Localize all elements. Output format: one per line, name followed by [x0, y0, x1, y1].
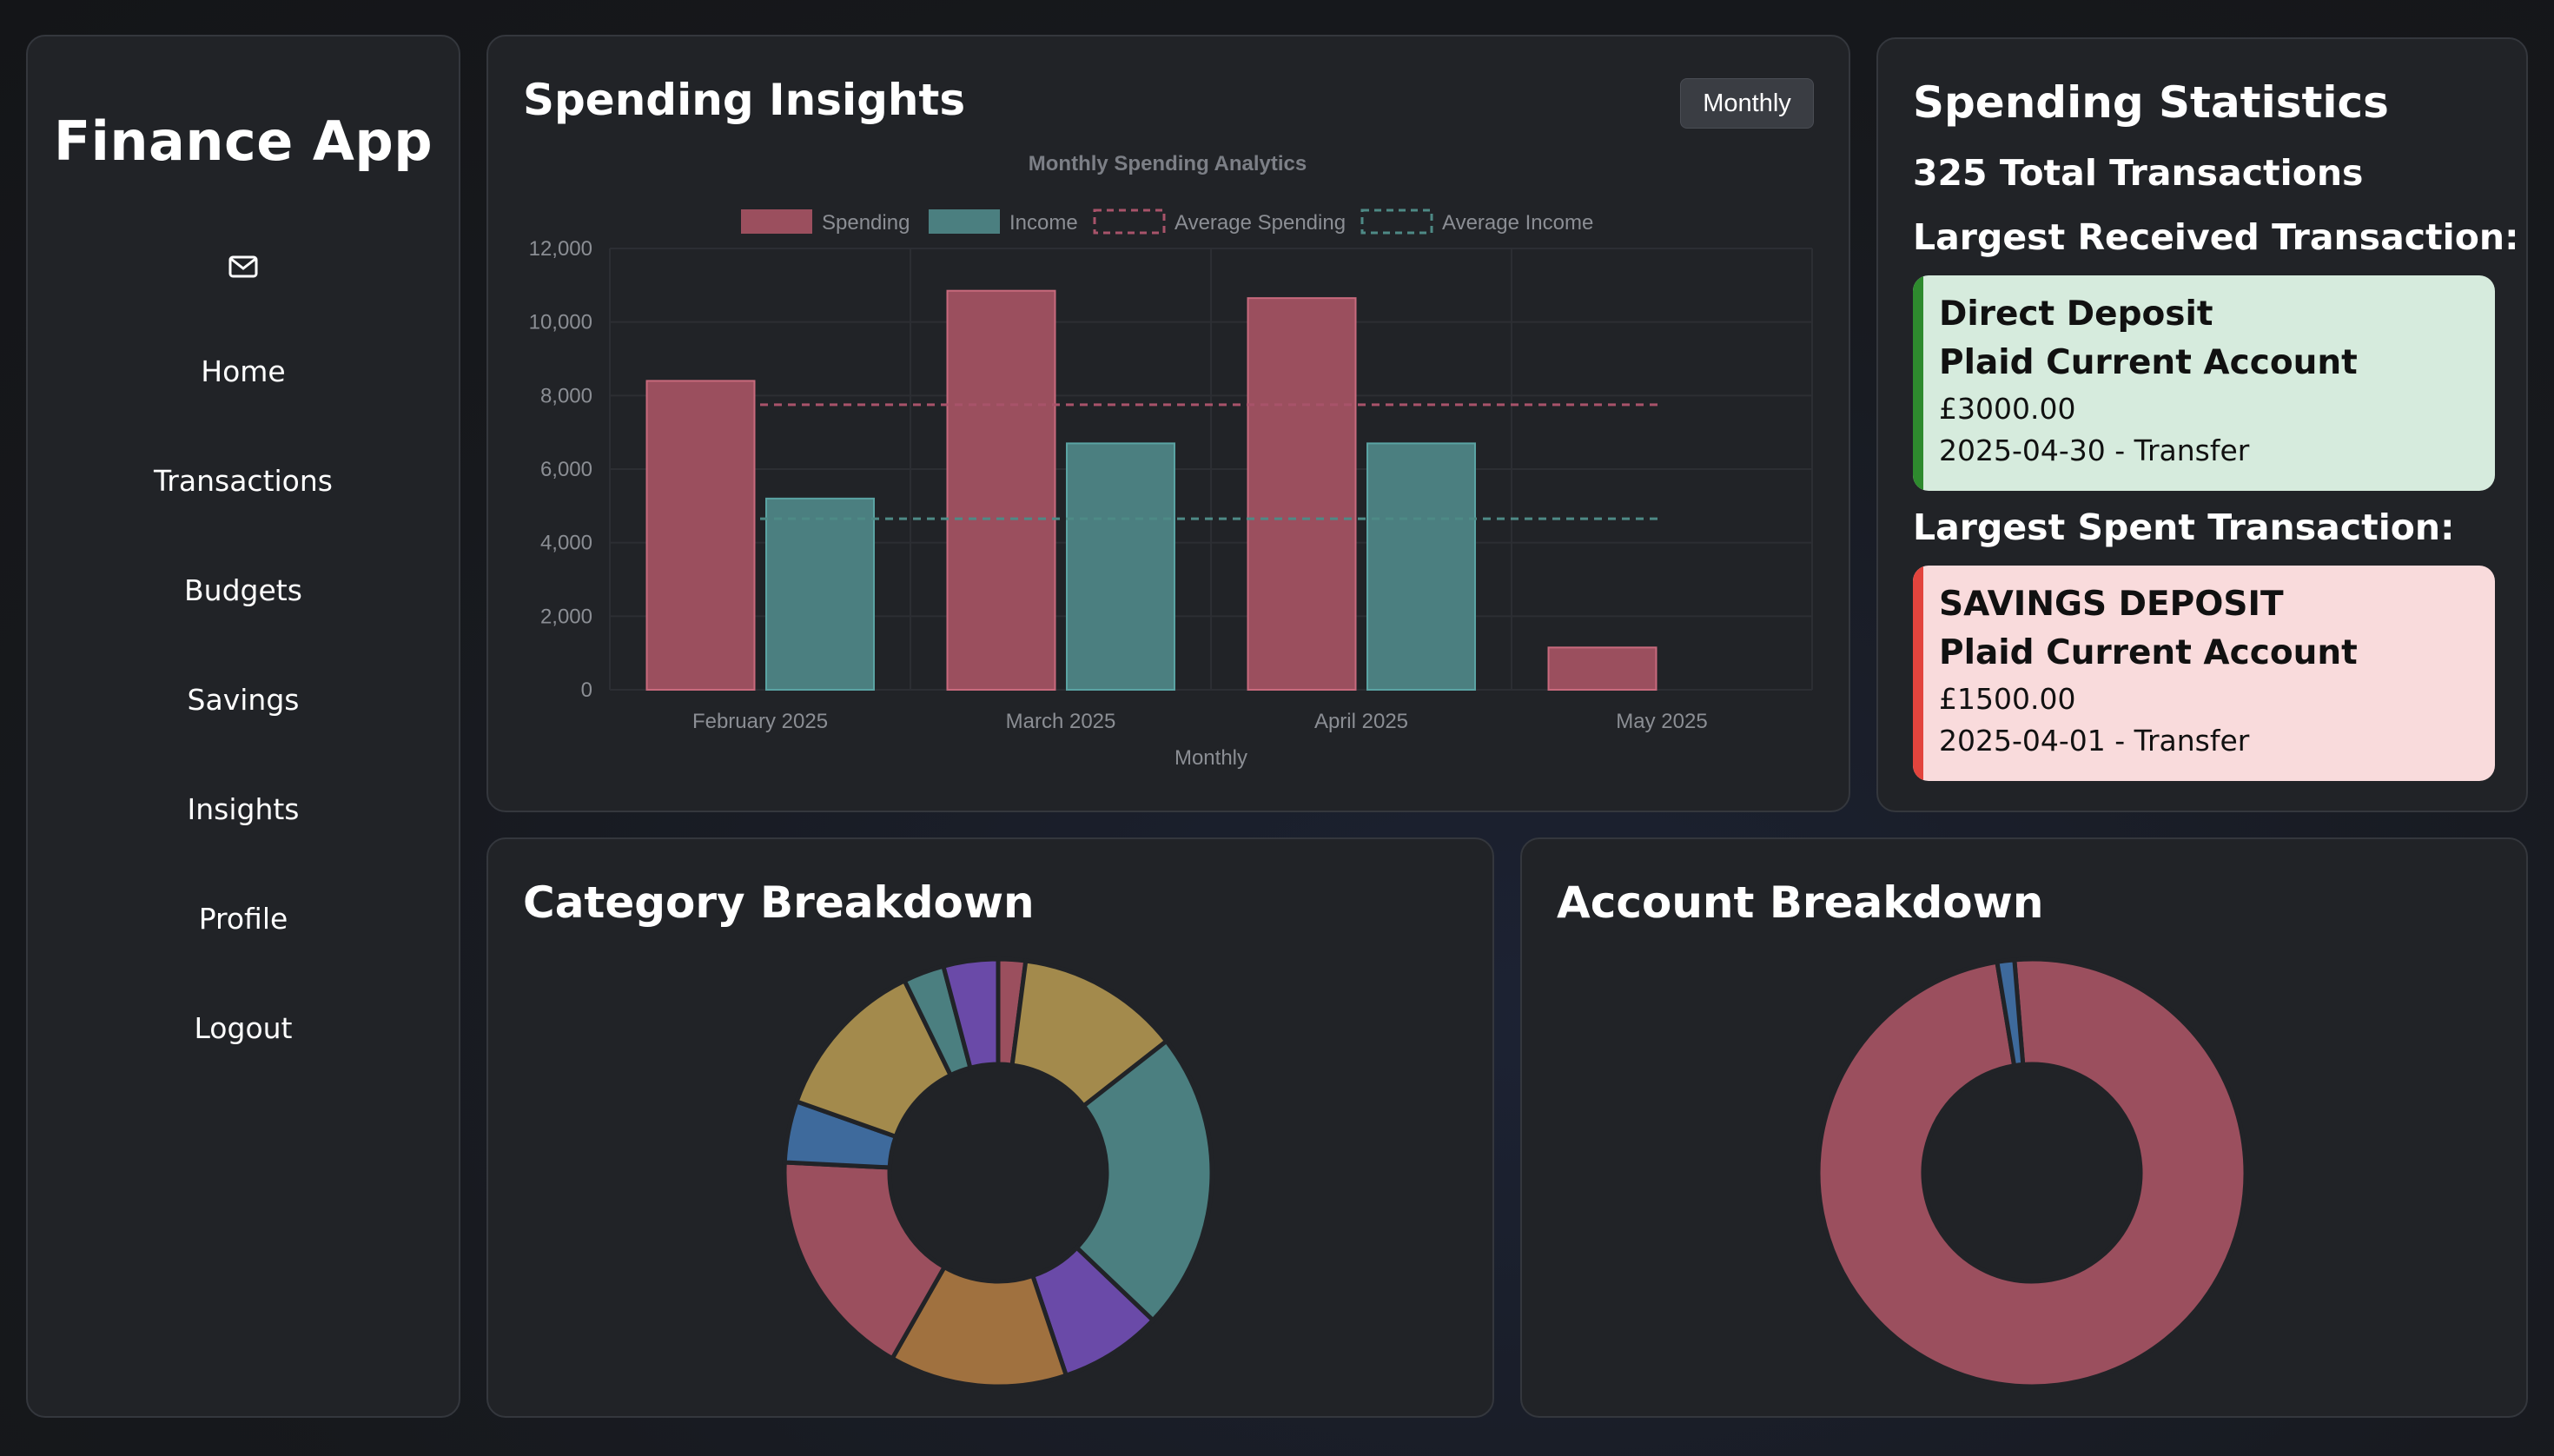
card-accent-bar: [1913, 275, 1923, 491]
bar-spending: [946, 289, 1056, 691]
bar-income: [765, 497, 875, 691]
y-tick-label: 0: [581, 678, 592, 702]
account-breakdown-panel: Account Breakdown: [1520, 837, 2528, 1418]
x-tick-label: May 2025: [1616, 710, 1707, 733]
nav-item-savings[interactable]: Savings: [28, 683, 459, 717]
legend-label: Average Income: [1442, 211, 1593, 235]
largest-spent-label: Largest Spent Transaction:: [1913, 506, 2455, 548]
spending-insights-panel: Spending Insights Monthly Monthly Spendi…: [486, 35, 1850, 812]
nav-item-insights[interactable]: Insights: [28, 792, 459, 826]
card-accent-bar: [1913, 566, 1923, 781]
legend-item: Income: [929, 209, 1078, 235]
bar-spending: [1547, 646, 1657, 691]
chart-title: Monthly Spending Analytics: [1029, 152, 1307, 175]
bar-spending: [1247, 297, 1357, 691]
x-tick-label: February 2025: [692, 710, 828, 733]
x-tick-label: March 2025: [1006, 710, 1116, 733]
donut-slice: [1816, 956, 2248, 1389]
y-tick-label: 2,000: [540, 605, 592, 628]
spent-meta: 2025-04-01 - Transfer: [1939, 724, 2250, 758]
legend-label: Spending: [822, 211, 910, 235]
nav-item-profile[interactable]: Profile: [28, 902, 459, 936]
largest-received-label: Largest Received Transaction:: [1913, 216, 2519, 258]
spent-account: Plaid Current Account: [1939, 633, 2358, 672]
received-account: Plaid Current Account: [1939, 343, 2358, 382]
spending-statistics-panel: Spending Statistics 325 Total Transactio…: [1876, 37, 2528, 812]
nav-item-home[interactable]: Home: [28, 354, 459, 388]
y-tick-label: 6,000: [540, 458, 592, 481]
legend-swatch: [741, 209, 812, 234]
category-donut-chart: [782, 956, 1214, 1389]
y-tick-label: 10,000: [529, 311, 592, 334]
category-breakdown-panel: Category Breakdown: [486, 837, 1494, 1418]
largest-spent-card: SAVINGS DEPOSIT Plaid Current Account £1…: [1913, 566, 2495, 781]
received-amount: £3000.00: [1939, 392, 2076, 426]
legend-swatch: [929, 209, 1000, 234]
total-transactions: 325 Total Transactions: [1913, 152, 2364, 194]
nav-item-budgets[interactable]: Budgets: [28, 573, 459, 607]
legend-item: Average Income: [1360, 208, 1593, 235]
bar-income: [1066, 442, 1175, 691]
received-meta: 2025-04-30 - Transfer: [1939, 433, 2250, 467]
monthly-spending-chart: Monthly Spending Analytics Spending Income…: [529, 152, 1813, 770]
bar-income: [1366, 442, 1476, 691]
sidebar: Finance App Home Transactions Budgets Sa…: [26, 35, 460, 1418]
envelope-icon[interactable]: [228, 255, 258, 278]
bar-spending: [645, 380, 756, 691]
legend-item: Average Spending: [1093, 208, 1346, 235]
x-tick-label: April 2025: [1314, 710, 1408, 733]
statistics-title: Spending Statistics: [1913, 77, 2389, 128]
y-tick-label: 12,000: [529, 237, 592, 261]
x-axis-label: Monthly: [1174, 746, 1247, 770]
legend-label: Income: [1009, 211, 1078, 235]
app-title: Finance App: [53, 109, 433, 173]
y-tick-label: 4,000: [540, 532, 592, 555]
y-tick-label: 8,000: [540, 384, 592, 407]
legend-swatch: [1360, 208, 1433, 235]
spent-name: SAVINGS DEPOSIT: [1939, 585, 2284, 624]
received-name: Direct Deposit: [1939, 295, 2213, 334]
largest-received-card: Direct Deposit Plaid Current Account £30…: [1913, 275, 2495, 491]
nav-item-logout[interactable]: Logout: [28, 1011, 459, 1045]
spent-amount: £1500.00: [1939, 682, 2076, 716]
nav-item-transactions[interactable]: Transactions: [28, 464, 459, 498]
legend-swatch: [1093, 208, 1166, 235]
legend-label: Average Spending: [1174, 211, 1346, 235]
account-donut-chart: [1816, 956, 2248, 1389]
legend-item: Spending: [741, 209, 910, 235]
